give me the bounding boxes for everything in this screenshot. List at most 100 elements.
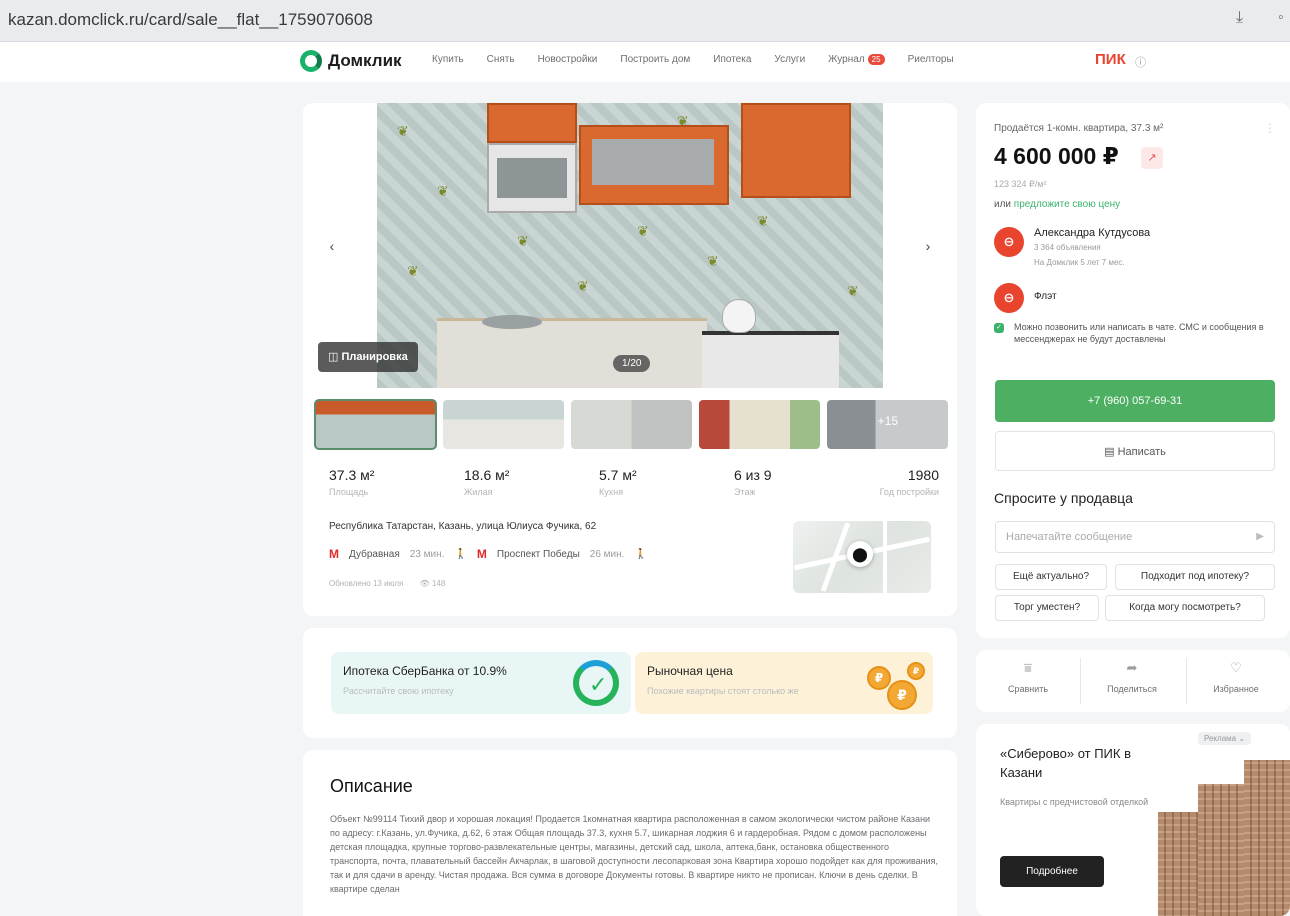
logo[interactable]: Домклик [300,50,402,72]
offer-prefix: или [994,199,1012,210]
offer-price: или предложите свою цену [994,199,1120,210]
main-photo[interactable]: ❦ ❦ ❦ ❦ ❦ ❦ ❦ ❦ ❦ ❦ ❦ [377,103,883,388]
thumbnail-strip: +15 [314,399,948,450]
listing-meta: Обновлено 13 июля 👁 148 [329,579,445,588]
send-icon[interactable]: ▶ [1256,522,1264,552]
logo-icon [300,50,322,72]
share-icon: ➦ [1126,660,1138,675]
description-title: Описание [330,776,413,796]
nav-buy[interactable]: Купить [432,54,464,65]
thumbnail[interactable] [699,400,820,449]
stat-year: 1980 Год постройки [879,467,939,497]
more-photos-count: +15 [877,414,898,428]
nav-newbuild[interactable]: Новостройки [538,54,598,65]
url-text[interactable]: kazan.domclick.ru/card/sale__flat__17590… [8,10,373,30]
nav-journal[interactable]: Журнал 25 [828,54,885,65]
nav-build-house[interactable]: Построить дом [620,54,690,65]
share-button[interactable]: ➦ Поделиться [1084,660,1180,694]
sber-promo-subtitle: Рассчитайте свою ипотеку [343,686,454,696]
install-app-icon[interactable]: ⤓ [1236,9,1243,27]
ad-card[interactable]: Реклама ⌄ «Сиберово» от ПИК в Казани Ква… [976,724,1290,916]
walk-icon: 🚶 [454,548,467,560]
shield-check-icon: ✓ [994,323,1004,333]
metro-list: M Дубравная 23 мин. 🚶 M Проспект Победы … [329,547,647,561]
more-options-icon[interactable]: ⋮ [1264,121,1276,135]
metro-icon: M [476,547,487,561]
ask-seller-title: Спросите у продавца [994,490,1133,506]
metro-time: 23 мин. [409,548,445,560]
favorite-label: Избранное [1213,684,1259,694]
nav-journal-label: Журнал [828,54,865,65]
nav-realtors[interactable]: Риелторы [908,54,954,65]
site-header: Домклик Купить Снять Новостройки Построи… [0,42,1290,82]
browser-address-bar[interactable]: kazan.domclick.ru/card/sale__flat__17590… [0,0,1290,42]
nav-services[interactable]: Услуги [774,54,805,65]
show-phone-button[interactable]: +7 (960) 057-69-31 [995,380,1275,422]
thumbnail-more[interactable]: +15 [827,400,948,449]
sber-logo-icon: ✓ [573,660,619,706]
market-promo-subtitle: Похожие квартиры стоят столько же [647,686,799,696]
quick-reply-chip[interactable]: Когда могу посмотреть? [1105,595,1265,621]
description-card: Описание Объект №99114 Тихий двор и хоро… [303,750,957,916]
floor-plan-button[interactable]: ◫ Планировка [318,342,418,372]
coin-icon: ₽ [887,680,917,710]
metro-station[interactable]: Дубравная [349,549,400,560]
compare-label: Сравнить [1007,684,1049,694]
share-label: Поделиться [1107,684,1157,694]
compare-button[interactable]: ⩸ Сравнить [980,660,1076,694]
price: 4 600 000 ₽ [994,143,1119,169]
map-preview[interactable]: ⬤ [793,521,931,593]
coin-icon: ₽ [867,666,891,690]
chat-note: ✓ Можно позвонить или написать в чате. С… [994,321,1274,345]
favorite-button[interactable]: ♡ Избранное [1188,660,1284,694]
message-placeholder: Напечатайте сообщение [1006,531,1133,543]
menu-icon[interactable]: ◦ [1278,9,1284,27]
gallery-next-button[interactable]: › [915,233,941,259]
listing-title: Продаётся 1-комн. квартира, 37.3 м² [994,123,1164,134]
metro-time: 26 мин. [589,548,625,560]
write-label: Написать [1117,446,1166,458]
market-promo-title: Рыночная цена [647,664,733,678]
gallery-prev-button[interactable]: ‹ [319,233,345,259]
agency-name: Флэт [1034,291,1057,302]
info-icon[interactable]: ⓘ [1135,54,1146,70]
floor-plan-icon: ◫ [328,351,342,363]
coin-icon: ₽ [907,662,925,680]
ad-label[interactable]: Реклама ⌄ [1198,732,1252,745]
photo-counter: 1/20 [613,355,651,372]
write-message-button[interactable]: ▤ Написать [995,431,1275,471]
nav-rent[interactable]: Снять [487,54,515,65]
price-trend-icon[interactable]: ↗ [1141,147,1163,169]
agency-avatar-icon: ⊖ [994,283,1024,313]
description-text: Объект №99114 Тихий двор и хорошая локац… [330,814,939,894]
price-card: Продаётся 1-комн. квартира, 37.3 м² ⋮ 4 … [976,103,1290,638]
thumbnail[interactable] [443,400,564,449]
floor-plan-label: Планировка [341,351,408,363]
quick-reply-chip[interactable]: Подходит под ипотеку? [1115,564,1275,590]
offer-price-link[interactable]: предложите свою цену [1014,199,1120,210]
price-per-sqm: 123 324 ₽/м² [994,179,1047,189]
metro-station[interactable]: Проспект Победы [497,549,580,560]
message-input[interactable]: Напечатайте сообщение ▶ [995,521,1275,553]
promo-card: Ипотека СберБанка от 10.9% Рассчитайте с… [303,628,957,738]
stat-living: 18.6 м² Жилая [464,467,510,497]
quick-reply-chip[interactable]: Ещё актуально? [995,564,1107,590]
eye-icon: 👁 [419,579,430,588]
stat-kitchen: 5.7 м² Кухня [599,467,637,497]
quick-reply-chip[interactable]: Торг уместен? [995,595,1099,621]
market-price-promo[interactable]: Рыночная цена Похожие квартиры стоят сто… [635,652,933,714]
address[interactable]: Республика Татарстан, Казань, улица Юлиу… [329,521,596,532]
chat-note-text: Можно позвонить или написать в чате. СМС… [1014,322,1264,344]
thumbnail[interactable] [571,400,692,449]
pik-logo[interactable]: ПИК [1095,51,1126,68]
agent-since: На Домклик 5 лет 7 мес. [1034,258,1125,267]
nav-mortgage[interactable]: Ипотека [713,54,751,65]
logo-text: Домклик [328,51,402,70]
ad-details-button[interactable]: Подробнее [1000,856,1104,887]
chevron-down-icon: ⌄ [1238,734,1246,743]
heart-icon: ♡ [1230,660,1242,675]
metro-icon: M [329,547,339,561]
agent-listings: 3 364 объявления [1034,243,1101,252]
sber-mortgage-promo[interactable]: Ипотека СберБанка от 10.9% Рассчитайте с… [331,652,631,714]
thumbnail[interactable] [314,399,437,450]
